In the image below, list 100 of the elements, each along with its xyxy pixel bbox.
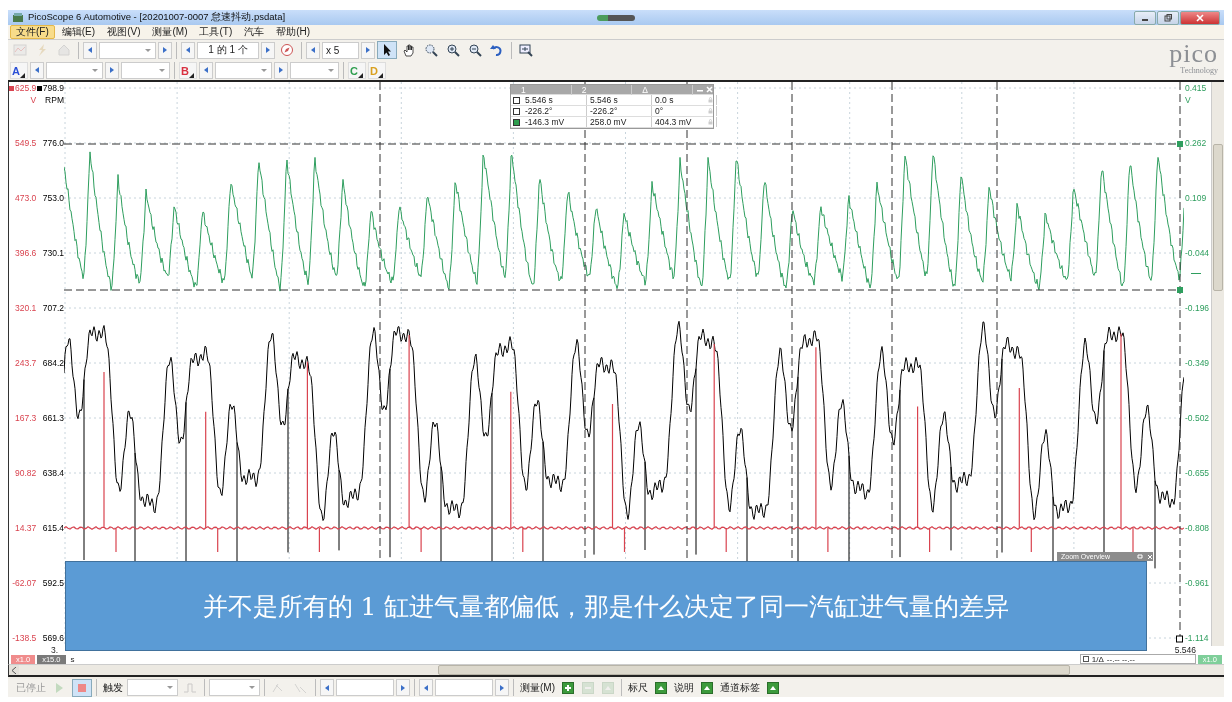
next-button[interactable]: [261, 41, 275, 59]
corner-triangle-icon[interactable]: [19, 72, 25, 78]
vertical-scrollbar[interactable]: [1211, 82, 1224, 647]
axis-label: 707.2: [42, 302, 64, 315]
arrow-left-icon[interactable]: [323, 682, 331, 693]
previous-button[interactable]: [320, 679, 334, 697]
input-field[interactable]: [336, 679, 394, 697]
previous-button[interactable]: [30, 61, 44, 79]
axis-unit: RPM: [45, 94, 64, 107]
axis-label: 776.0: [42, 137, 64, 150]
status-text: 已停止: [15, 680, 47, 695]
scroll-thumb[interactable]: [438, 665, 1070, 675]
menu-item[interactable]: 工具(T): [194, 26, 238, 39]
restore-button[interactable]: [1157, 10, 1179, 25]
app-icon: [12, 11, 24, 24]
axis-label: 3.: [51, 646, 59, 655]
minimize-button[interactable]: [1134, 10, 1156, 25]
next-button[interactable]: [158, 41, 172, 59]
axis-label: 798.9: [42, 82, 64, 95]
axis-label: 0.109: [1185, 192, 1207, 205]
arrow-right-icon[interactable]: [161, 45, 169, 56]
axis-label: -62.07: [12, 577, 37, 590]
next-button[interactable]: [396, 679, 410, 697]
axis-label: 243.7: [15, 357, 37, 370]
menu-item[interactable]: 视图(V): [102, 26, 146, 39]
menu-item[interactable]: 文件(F): [10, 25, 55, 40]
axis-label: 5.546: [1174, 646, 1196, 655]
logo-tagline: Technology: [1180, 66, 1218, 76]
axis-label: -0.349: [1185, 357, 1210, 370]
arrow-right-icon[interactable]: [108, 65, 116, 76]
axis-label: 396.6: [15, 247, 37, 260]
caret-icon[interactable]: [144, 46, 152, 54]
offset-marker[interactable]: [1191, 273, 1201, 275]
table-cell: -226.2°: [521, 106, 587, 116]
arrow-left-icon[interactable]: [422, 682, 430, 693]
restore-icon[interactable]: [1164, 13, 1172, 22]
pin-icon[interactable]: [1137, 553, 1143, 560]
ruler-readout: 1/Δ --.-- --.--: [1079, 654, 1196, 665]
horizontal-scrollbar[interactable]: [8, 664, 1224, 677]
close-icon[interactable]: [706, 86, 713, 93]
close-button[interactable]: [1180, 10, 1220, 25]
caption-banner: 并不是所有的 1 缸进气量都偏低，那是什么决定了同一汽缸进气量的差异: [65, 561, 1147, 651]
corner-triangle-icon[interactable]: [377, 72, 383, 78]
arrow-right-icon[interactable]: [498, 682, 506, 693]
axis-label: 730.1: [42, 247, 64, 260]
caret-icon[interactable]: [166, 684, 174, 692]
next-button[interactable]: [105, 61, 119, 79]
axis-label: 638.4: [42, 467, 64, 480]
arrow-right-icon[interactable]: [277, 65, 285, 76]
previous-button[interactable]: [83, 41, 97, 59]
page-counter-field[interactable]: 1 的 1 个: [197, 41, 259, 59]
previous-button[interactable]: [419, 679, 433, 697]
window-title: PicoScope 6 Automotive - [20201007-0007 怠速抖动.psdata]: [28, 11, 286, 25]
corner-triangle-icon[interactable]: [188, 72, 194, 78]
previous-button[interactable]: [199, 61, 213, 79]
axis-label: 661.3: [42, 412, 64, 425]
toggle-label: 标尺: [627, 680, 649, 695]
axis-label: -0.961: [1185, 577, 1210, 590]
scroll-thumb[interactable]: [1213, 144, 1223, 292]
channel-button[interactable]: B: [179, 61, 197, 79]
arrow-left-icon[interactable]: [184, 45, 192, 56]
next-button[interactable]: [274, 61, 288, 79]
corner-triangle-icon[interactable]: [357, 72, 363, 78]
axis-label: 90.82: [15, 467, 37, 480]
trigger-label: 触发: [102, 680, 124, 695]
menu-item[interactable]: 汽车: [239, 26, 270, 39]
channel-button[interactable]: A: [10, 61, 28, 79]
previous-button[interactable]: [181, 41, 195, 59]
axis-label: 753.0: [42, 192, 64, 205]
axis-label: 684.2: [42, 357, 64, 370]
caret-icon[interactable]: [260, 66, 268, 74]
next-button[interactable]: [361, 41, 375, 59]
zoom-factor-field[interactable]: x 5: [322, 41, 359, 59]
arrow-right-icon[interactable]: [264, 45, 272, 56]
menu-item[interactable]: 帮助(H): [271, 26, 316, 39]
close-icon[interactable]: [1147, 553, 1153, 560]
arrow-left-icon[interactable]: [86, 45, 94, 56]
menu-item[interactable]: 测量(M): [147, 26, 193, 39]
measurements-label: 测量(M): [519, 680, 556, 695]
caret-icon[interactable]: [158, 66, 166, 74]
close-icon[interactable]: [1196, 13, 1204, 22]
caret-icon[interactable]: [327, 66, 335, 74]
previous-button[interactable]: [306, 41, 320, 59]
table-cell: -146.3 mV: [521, 117, 587, 127]
caret-icon[interactable]: [91, 66, 99, 74]
cursor-line[interactable]: [1176, 82, 1183, 643]
arrow-left-icon[interactable]: [33, 65, 41, 76]
next-button[interactable]: [495, 679, 509, 697]
arrow-left-icon[interactable]: [202, 65, 210, 76]
axis-label: 473.0: [15, 192, 37, 205]
input-field[interactable]: [435, 679, 493, 697]
arrow-right-icon[interactable]: [399, 682, 407, 693]
axis-unit: V: [30, 94, 37, 107]
menu-item[interactable]: 编辑(E): [56, 26, 101, 39]
column-header: 2: [571, 84, 633, 95]
axis-label: 0.415: [1185, 82, 1207, 95]
caret-icon[interactable]: [248, 684, 256, 692]
axis-label: -138.5: [12, 632, 37, 645]
arrow-right-icon[interactable]: [364, 45, 372, 56]
arrow-left-icon[interactable]: [309, 45, 317, 56]
